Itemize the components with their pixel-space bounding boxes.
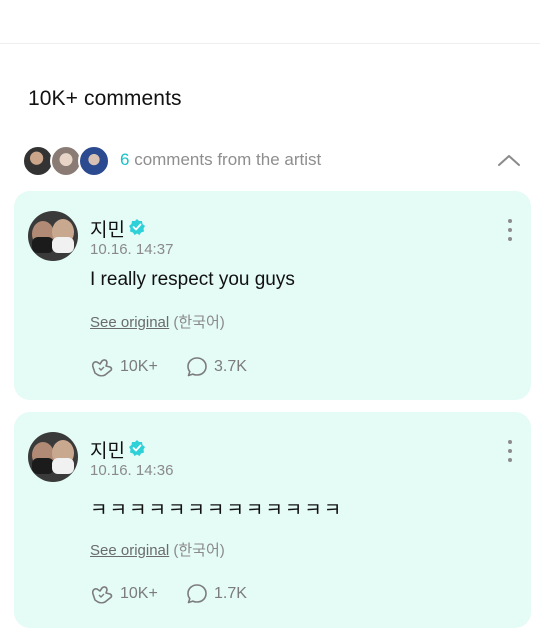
comment-actions: 10K+ 1.7K bbox=[90, 581, 290, 607]
artist-avatars bbox=[22, 143, 112, 181]
heart-hand-icon bbox=[91, 359, 113, 377]
comment-timestamp: 10.16. 14:37 bbox=[90, 241, 174, 258]
translation-row: See original (한국어) bbox=[90, 539, 225, 560]
comment-timestamp: 10.16. 14:36 bbox=[90, 462, 174, 479]
heart-hand-icon bbox=[91, 586, 113, 604]
comment-text: I really respect you guys bbox=[90, 269, 295, 290]
like-button[interactable]: 10K+ bbox=[90, 581, 158, 607]
comments-count-title: 10K+ comments bbox=[28, 87, 182, 110]
avatar bbox=[78, 145, 110, 177]
more-options-icon[interactable] bbox=[505, 440, 515, 466]
like-button[interactable]: 10K+ bbox=[90, 354, 158, 380]
speech-bubble-icon bbox=[187, 357, 207, 377]
artist-comments-label: 6 comments from the artist bbox=[120, 150, 321, 170]
see-original-link[interactable]: See original bbox=[90, 542, 169, 559]
translation-row: See original (한국어) bbox=[90, 311, 225, 332]
comment-card: 지민 10.16. 14:37 I really respect you guy… bbox=[14, 191, 531, 400]
reply-count: 1.7K bbox=[214, 585, 247, 602]
comment-card: 지민 10.16. 14:36 ㅋㅋㅋㅋㅋㅋㅋㅋㅋㅋㅋㅋㅋ See origin… bbox=[14, 412, 531, 628]
avatar[interactable] bbox=[28, 211, 78, 261]
top-bar bbox=[0, 0, 540, 44]
original-language: (한국어) bbox=[173, 542, 225, 559]
comment-actions: 10K+ 3.7K bbox=[90, 354, 290, 380]
more-options-icon[interactable] bbox=[505, 219, 515, 245]
original-language: (한국어) bbox=[173, 314, 225, 331]
author-name[interactable]: 지민 bbox=[90, 436, 125, 463]
verified-badge-icon bbox=[128, 439, 146, 457]
speech-bubble-icon bbox=[187, 584, 207, 604]
like-count: 10K+ bbox=[120, 585, 158, 602]
comment-text: ㅋㅋㅋㅋㅋㅋㅋㅋㅋㅋㅋㅋㅋ bbox=[90, 500, 344, 521]
author-name[interactable]: 지민 bbox=[90, 215, 125, 242]
like-count: 10K+ bbox=[120, 358, 158, 375]
artist-comment-suffix: comments from the artist bbox=[129, 150, 322, 169]
artist-comments-toggle[interactable]: 6 comments from the artist bbox=[22, 143, 522, 181]
reply-button[interactable]: 3.7K bbox=[186, 354, 247, 380]
reply-button[interactable]: 1.7K bbox=[186, 581, 247, 607]
reply-count: 3.7K bbox=[214, 358, 247, 375]
verified-badge-icon bbox=[128, 218, 146, 236]
avatar[interactable] bbox=[28, 432, 78, 482]
chevron-up-icon[interactable] bbox=[496, 149, 522, 173]
see-original-link[interactable]: See original bbox=[90, 314, 169, 331]
